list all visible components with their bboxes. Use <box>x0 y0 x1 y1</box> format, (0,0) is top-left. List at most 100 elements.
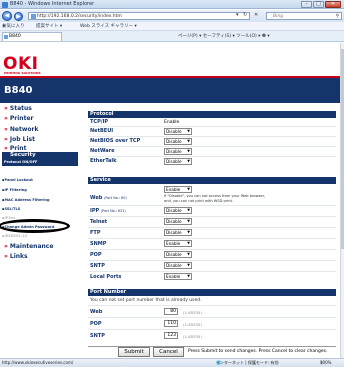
submenu-ieee8021x[interactable]: ▪IEEE802.1X <box>2 234 27 238</box>
refresh-icon[interactable]: ↻ <box>243 12 247 18</box>
select-value: Disable <box>166 139 182 144</box>
web-slice-gallery-link[interactable]: Web スライス ギャラリー ▾ <box>80 22 137 31</box>
service-label-local-ports: Local Ports <box>90 274 122 280</box>
search-icon[interactable]: ⚲ <box>336 13 339 20</box>
submenu-ip-filtering[interactable]: ▪IP Filtering <box>2 188 27 192</box>
ethertalk-select[interactable]: Disable ▼ <box>164 158 192 165</box>
row-divider <box>88 271 336 272</box>
submenu-label: SSL/TLS <box>4 207 21 211</box>
url-field[interactable]: http://192.168.0.2/security/index.htm <box>28 11 250 20</box>
sntp-select[interactable]: Disable ▼ <box>164 262 192 269</box>
netbeui-select[interactable]: Disable ▼ <box>164 128 192 135</box>
submenu-protocol-onoff[interactable]: Protocol ON/OFF <box>2 159 78 166</box>
protocol-header: Protocol <box>88 111 336 118</box>
row-divider <box>88 126 336 127</box>
netware-select[interactable]: Disable ▼ <box>164 148 192 155</box>
chevron-down-icon: ▼ <box>187 241 190 245</box>
sntp-port-input[interactable]: 123 <box>164 332 178 339</box>
header-band <box>0 78 340 103</box>
chevron-down-icon: ▼ <box>187 159 190 163</box>
tab-bar: B840 ページ(P) ▾ セーフティ(S) ▾ ツール(O) ▾ ❷ ▾ <box>0 31 344 42</box>
menu-printer[interactable]: » Printer <box>4 115 33 122</box>
select-value: Disable <box>166 230 182 235</box>
status-url: http://www.okiexecutiveseries.com/ <box>2 360 74 365</box>
web-label-text: Web <box>90 195 103 201</box>
row-divider <box>88 156 336 157</box>
stop-icon[interactable]: ✕ <box>254 12 258 18</box>
menu-network[interactable]: » Network <box>4 126 38 133</box>
pop-select[interactable]: Disable ▼ <box>164 251 192 258</box>
submit-button[interactable]: Submit <box>118 347 150 357</box>
chevron-down-icon: ▼ <box>187 219 190 223</box>
chevron-down-icon: ▼ <box>187 149 190 153</box>
scrollbar[interactable] <box>340 43 344 358</box>
port-label-web: Web <box>90 309 103 315</box>
select-value: Disable <box>166 208 182 213</box>
service-label-pop: POP <box>90 252 102 258</box>
suggested-sites-link[interactable]: 提案サイト ▾ <box>36 22 62 31</box>
select-value: Disable <box>166 219 182 224</box>
menu-label: Print <box>9 145 27 152</box>
menu-links[interactable]: » Links <box>4 253 28 260</box>
row-divider <box>88 216 336 217</box>
ftp-select[interactable]: Disable ▼ <box>164 229 192 236</box>
chevron-down-icon: ▼ <box>187 139 190 143</box>
window-titlebar: B840 - Windows Internet Explorer – □ ✕ <box>0 0 344 9</box>
bullet-icon: » <box>4 105 8 112</box>
action-hint: Press Submit to send changes. Press Canc… <box>188 349 328 354</box>
row-divider <box>88 238 336 239</box>
row-divider <box>88 260 336 261</box>
address-bar: ◀ ▶ http://192.168.0.2/security/index.ht… <box>0 10 344 22</box>
web-select[interactable]: Enable ▼ <box>164 186 192 193</box>
pop-port-input[interactable]: 110 <box>164 320 178 327</box>
telnet-select[interactable]: Disable ▼ <box>164 218 192 225</box>
web-port-input[interactable]: 80 <box>164 308 178 315</box>
command-bar[interactable]: ページ(P) ▾ セーフティ(S) ▾ ツール(O) ▾ ❷ ▾ <box>178 33 270 39</box>
maximize-button[interactable]: □ <box>313 1 324 8</box>
chevron-down-icon: ▼ <box>187 274 190 278</box>
menu-print[interactable]: » Print <box>4 145 26 152</box>
bullet-icon: » <box>4 243 8 250</box>
select-value: Disable <box>166 159 182 164</box>
url-dropdown-icon[interactable]: ▾ <box>236 12 239 18</box>
menu-maintenance[interactable]: » Maintenance <box>4 243 53 250</box>
netbios-select[interactable]: Disable ▼ <box>164 138 192 145</box>
submenu-ssl-tls[interactable]: ▪SSL/TLS <box>2 207 20 211</box>
row-divider <box>88 146 336 147</box>
select-value: Disable <box>166 252 182 257</box>
snmp-select[interactable]: Enable ▼ <box>164 240 192 247</box>
chevron-down-icon: ▼ <box>187 252 190 256</box>
minimize-button[interactable]: – <box>301 1 312 8</box>
ipp-port-text: (Port No.: 631) <box>100 209 126 213</box>
local-ports-select[interactable]: Enable ▼ <box>164 273 192 280</box>
menu-security[interactable]: Security <box>2 152 78 159</box>
cancel-button[interactable]: Cancel <box>153 347 184 357</box>
page-icon <box>30 14 36 19</box>
search-input[interactable]: Bing ⚲ <box>266 11 342 20</box>
service-label-web: Web (Port No.: 80) <box>90 195 127 201</box>
web-port-text: (Port No.: 80) <box>104 196 127 200</box>
chevron-down-icon: ▼ <box>187 230 190 234</box>
bullet-icon: » <box>4 253 8 260</box>
select-value: Disable <box>166 149 182 154</box>
tab-b840[interactable]: B840 <box>2 32 62 41</box>
zoom-text: 100% <box>320 360 332 365</box>
menu-job-list[interactable]: » Job List <box>4 136 35 143</box>
select-value: Enable <box>166 187 181 192</box>
submenu-panel-lockout[interactable]: ▪Panel Lockout <box>2 178 33 182</box>
port-number-note: You can not set port number that is alre… <box>90 298 202 303</box>
bullet-icon: » <box>4 126 8 133</box>
zone-text: インターネット | 保護モード: 有効 <box>216 360 279 365</box>
forward-button[interactable]: ▶ <box>14 11 23 21</box>
select-value: Enable <box>166 274 181 279</box>
menu-status[interactable]: » Status <box>4 105 32 112</box>
submenu-mac-filtering[interactable]: ▪MAC Address Filtering <box>2 198 50 202</box>
service-label-ftp: FTP <box>90 230 101 236</box>
menu-label: Links <box>9 253 28 260</box>
protocol-value-tcpip: Enable <box>164 120 180 125</box>
window-title: B840 - Windows Internet Explorer <box>10 1 95 7</box>
status-bar: http://www.okiexecutiveseries.com/ 🌐 インタ… <box>0 358 344 367</box>
ipp-select[interactable]: Disable ▼ <box>164 207 192 214</box>
back-button[interactable]: ◀ <box>2 11 12 21</box>
close-button[interactable]: ✕ <box>325 1 341 8</box>
